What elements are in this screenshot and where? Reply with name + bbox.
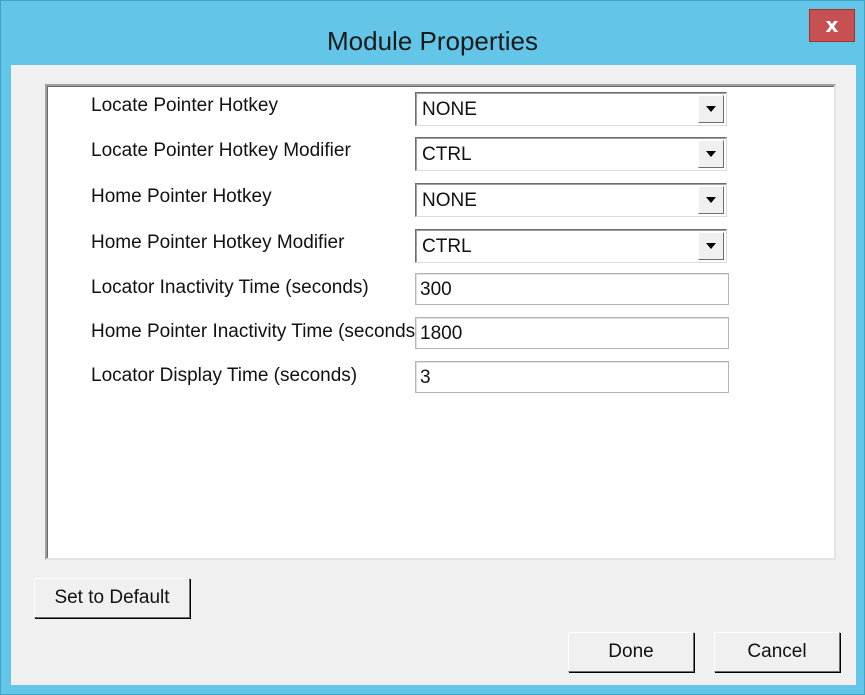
dialog-client-area: Locate Pointer Hotkey NONE Locate Pointe… bbox=[11, 65, 856, 685]
dropdown-value: NONE bbox=[422, 99, 477, 120]
chevron-down-icon[interactable] bbox=[698, 140, 724, 168]
input-value: 300 bbox=[420, 279, 452, 300]
home-pointer-hotkey-modifier-dropdown[interactable]: CTRL bbox=[415, 229, 727, 263]
chevron-down-icon[interactable] bbox=[698, 95, 724, 123]
close-icon: x bbox=[825, 13, 839, 37]
home-pointer-inactivity-time-input[interactable]: 1800 bbox=[415, 317, 729, 349]
dropdown-value: NONE bbox=[422, 190, 477, 211]
home-pointer-inactivity-time-label: Home Pointer Inactivity Time (seconds) bbox=[91, 321, 422, 342]
chevron-down-icon[interactable] bbox=[698, 232, 724, 260]
locate-pointer-hotkey-modifier-label: Locate Pointer Hotkey Modifier bbox=[91, 140, 351, 161]
locator-display-time-input[interactable]: 3 bbox=[415, 361, 729, 393]
locator-inactivity-time-input[interactable]: 300 bbox=[415, 273, 729, 305]
dropdown-value: CTRL bbox=[422, 236, 472, 257]
chevron-down-icon[interactable] bbox=[698, 186, 724, 214]
home-pointer-hotkey-modifier-label: Home Pointer Hotkey Modifier bbox=[91, 232, 345, 253]
locate-pointer-hotkey-dropdown[interactable]: NONE bbox=[415, 92, 727, 126]
close-button[interactable]: x bbox=[809, 9, 855, 42]
home-pointer-hotkey-dropdown[interactable]: NONE bbox=[415, 183, 727, 217]
locate-pointer-hotkey-modifier-dropdown[interactable]: CTRL bbox=[415, 137, 727, 171]
module-properties-window: Module Properties x Locate Pointer Hotke… bbox=[0, 0, 865, 695]
properties-panel: Locate Pointer Hotkey NONE Locate Pointe… bbox=[45, 84, 836, 560]
locate-pointer-hotkey-label: Locate Pointer Hotkey bbox=[91, 95, 278, 116]
locator-display-time-label: Locator Display Time (seconds) bbox=[91, 365, 358, 386]
window-title: Module Properties bbox=[327, 26, 538, 56]
done-button[interactable]: Done bbox=[568, 632, 694, 672]
home-pointer-hotkey-label: Home Pointer Hotkey bbox=[91, 186, 272, 207]
input-value: 1800 bbox=[420, 323, 463, 344]
dropdown-value: CTRL bbox=[422, 144, 472, 165]
locator-inactivity-time-label: Locator Inactivity Time (seconds) bbox=[91, 277, 369, 298]
set-to-default-button[interactable]: Set to Default bbox=[34, 578, 190, 618]
input-value: 3 bbox=[420, 367, 431, 388]
cancel-button[interactable]: Cancel bbox=[714, 632, 840, 672]
